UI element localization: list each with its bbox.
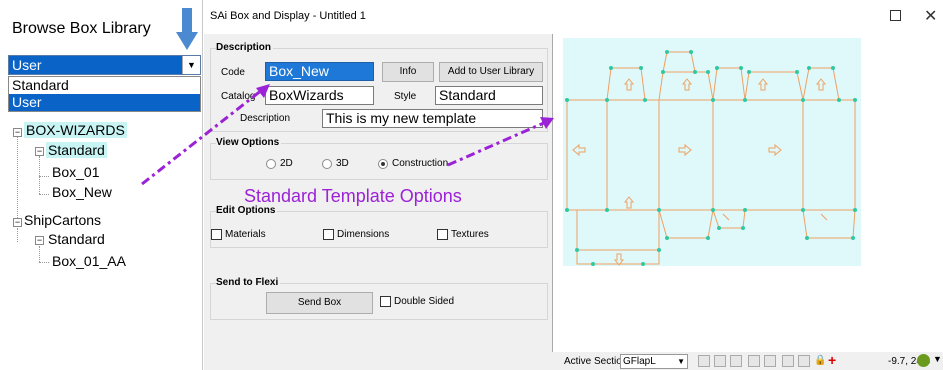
tree-connector [39, 194, 49, 195]
tree-collapse-icon[interactable]: − [35, 236, 44, 245]
title-bar: SAi Box and Display - Untitled 1 ✕ [204, 0, 943, 34]
browse-library-panel: Browse Box Library User ▼ Standard User … [0, 0, 203, 370]
tree-collapse-icon[interactable]: − [13, 218, 22, 227]
library-select-value: User [12, 57, 42, 73]
chevron-down-icon[interactable]: ▼ [182, 56, 200, 74]
close-icon[interactable]: ✕ [924, 6, 937, 26]
double-sided-checkbox[interactable] [380, 296, 391, 307]
code-input[interactable]: Box_New [265, 62, 374, 81]
tree-connector [17, 228, 18, 242]
add-to-user-library-button[interactable]: Add to User Library [439, 62, 543, 82]
description-input[interactable]: This is my new template [322, 109, 543, 128]
active-section-label: Active Section [564, 356, 628, 367]
catalog-label: Catalog [221, 91, 256, 102]
tool-icon[interactable] [698, 355, 710, 367]
undo-icon[interactable] [748, 355, 760, 367]
send-to-flexi-group [210, 283, 548, 320]
dropdown-option-standard[interactable]: Standard [9, 77, 200, 94]
tree-collapse-icon[interactable]: − [35, 147, 44, 156]
textures-label: Textures [451, 229, 489, 240]
tree-collapse-icon[interactable]: − [13, 128, 22, 137]
tree-connector [39, 262, 49, 263]
radio-3d-label: 3D [336, 158, 349, 169]
library-dropdown: Standard User [8, 76, 201, 112]
view-options-label: View Options [216, 137, 282, 148]
maximize-icon[interactable] [890, 10, 901, 21]
dimensions-checkbox[interactable] [323, 229, 334, 240]
radio-construction-label: Construction [392, 158, 449, 169]
tree-connector [39, 156, 40, 194]
radio-3d[interactable] [322, 159, 332, 169]
preview-area [552, 34, 943, 352]
tool-icon[interactable] [730, 355, 742, 367]
description-label: Description [240, 113, 291, 124]
tree-item-box-01[interactable]: Box_01 [52, 164, 99, 180]
tool-icon[interactable] [714, 355, 726, 367]
redo-icon[interactable] [764, 355, 776, 367]
dieline-canvas[interactable] [563, 38, 861, 266]
box-dieline-drawing [565, 50, 857, 266]
style-input[interactable]: Standard [435, 86, 543, 105]
crosshair-icon[interactable]: + [828, 353, 840, 367]
info-button[interactable]: Info [382, 62, 434, 82]
radio-2d[interactable] [266, 159, 276, 169]
library-select[interactable]: User ▼ [8, 55, 201, 75]
annotation-text: Standard Template Options [244, 186, 462, 206]
tree-node-standard[interactable]: Standard [48, 231, 105, 247]
tree-connector [39, 176, 49, 177]
arrow-down-icon [176, 8, 198, 50]
tree-connector [39, 246, 40, 262]
textures-checkbox[interactable] [437, 229, 448, 240]
lock-icon[interactable]: 🔒 [814, 355, 826, 367]
style-label: Style [394, 91, 417, 102]
radio-2d-label: 2D [280, 158, 293, 169]
description-group-label: Description [216, 42, 274, 53]
tool-icon[interactable] [798, 355, 810, 367]
active-section-value: GFlapL [623, 356, 656, 367]
send-box-button[interactable]: Send Box [266, 292, 373, 314]
chevron-down-icon[interactable]: ▼ [933, 354, 942, 364]
dropdown-option-user[interactable]: User [9, 94, 200, 111]
tree-connector [17, 136, 18, 218]
radio-construction[interactable] [378, 159, 388, 169]
materials-label: Materials [225, 229, 266, 240]
status-bar: Active Section GFlapL ▼ 🔒 + -9.7, 24.4 ▼ [552, 352, 943, 370]
dimensions-label: Dimensions [337, 229, 390, 240]
catalog-input[interactable]: BoxWizards [265, 86, 374, 105]
code-label: Code [221, 67, 245, 78]
tree-node-shipcartons[interactable]: ShipCartons [24, 212, 101, 228]
tree-node-standard[interactable]: Standard [46, 142, 107, 158]
tree-item-box-new[interactable]: Box_New [52, 184, 112, 200]
library-title: Browse Box Library [12, 20, 151, 37]
window-title: SAi Box and Display - Untitled 1 [210, 10, 366, 22]
globe-icon[interactable] [917, 354, 930, 367]
tree-item-box-01-aa[interactable]: Box_01_AA [52, 253, 126, 269]
tool-icon[interactable] [782, 355, 794, 367]
tree-node-box-wizards[interactable]: BOX-WIZARDS [24, 122, 127, 138]
materials-checkbox[interactable] [211, 229, 222, 240]
active-section-select[interactable]: GFlapL ▼ [620, 354, 688, 369]
chevron-down-icon: ▼ [677, 357, 685, 366]
double-sided-label: Double Sided [394, 296, 455, 307]
send-to-flexi-label: Send to Flexi [216, 277, 281, 288]
